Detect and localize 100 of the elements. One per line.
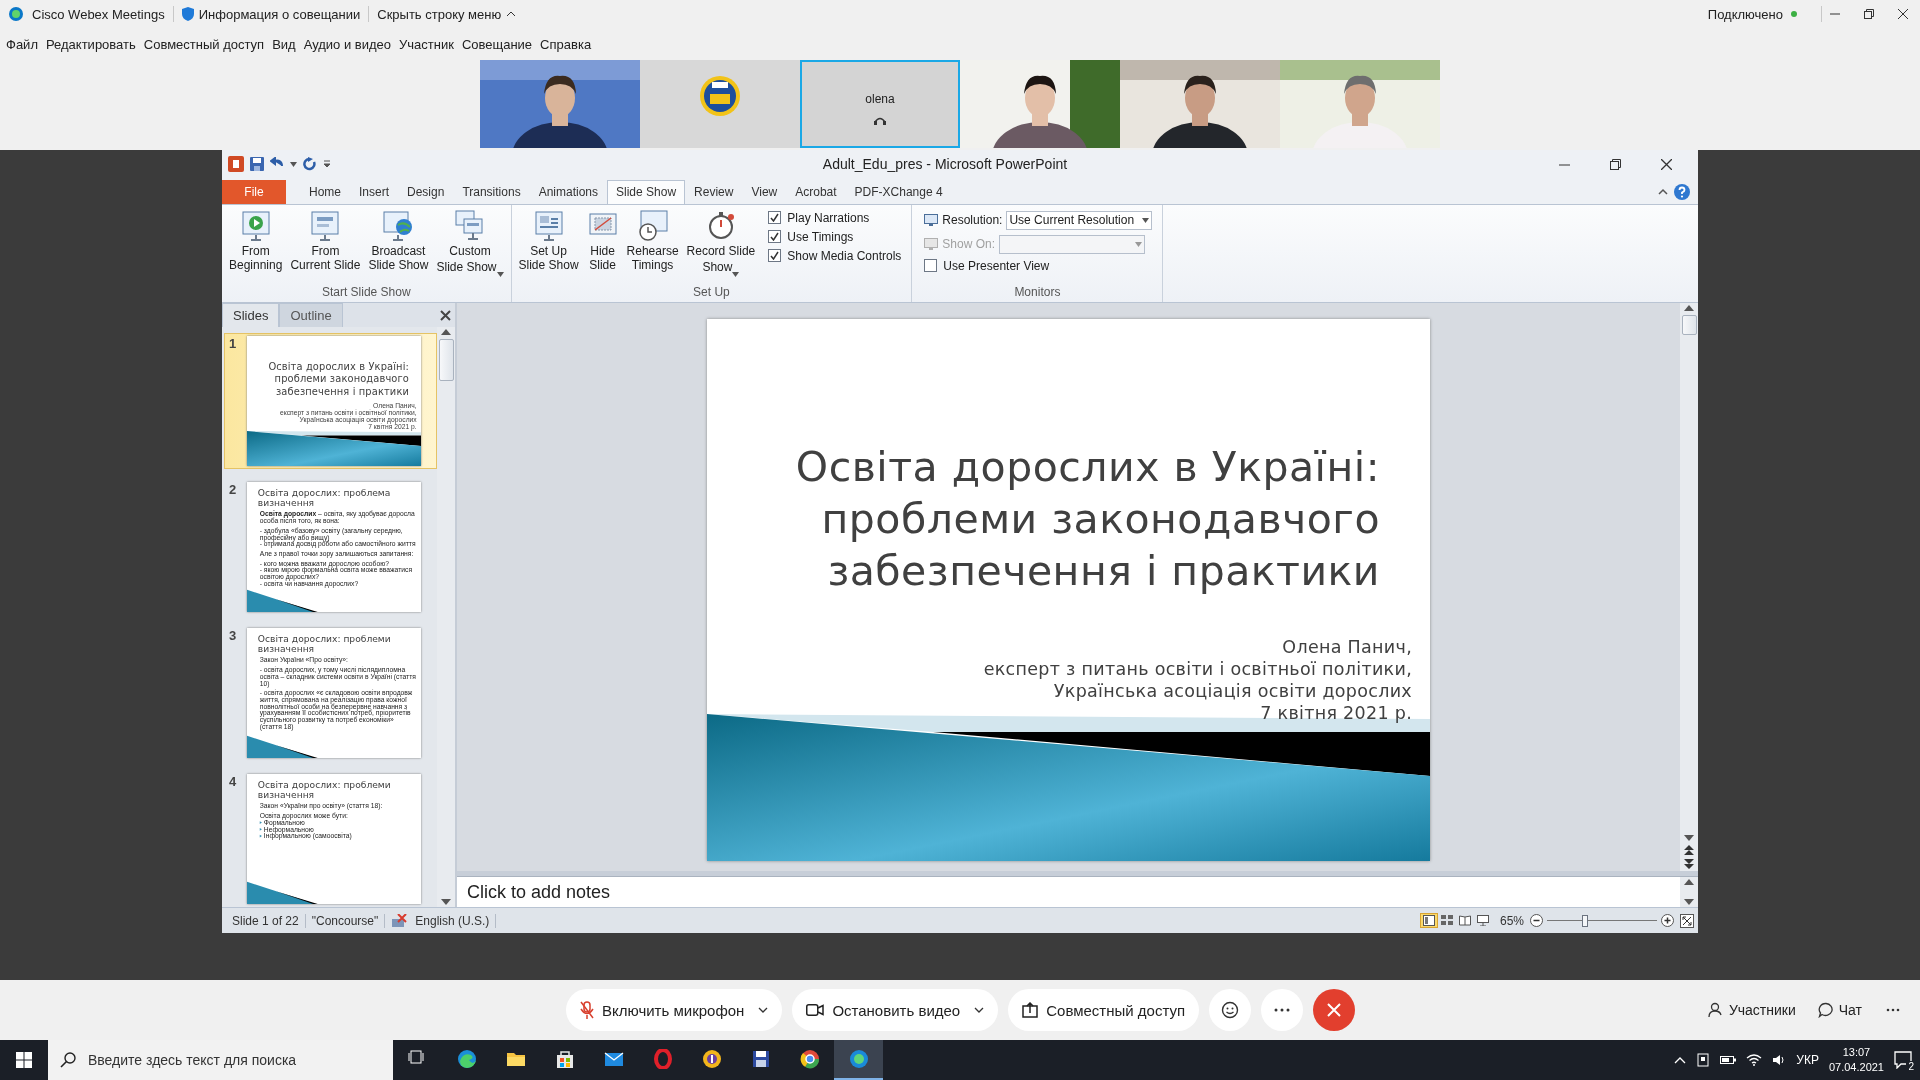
checkbox[interactable]: [768, 211, 782, 225]
participants-button[interactable]: Участники: [1699, 996, 1804, 1024]
ribbon-button[interactable]: Hide Slide: [583, 206, 622, 286]
microphone-button[interactable]: Включить микрофон: [566, 989, 783, 1031]
redo-icon[interactable]: [303, 157, 317, 171]
menu-item[interactable]: Справка: [536, 36, 596, 52]
menu-item[interactable]: Совместный доступ: [139, 36, 269, 52]
ribbon-button[interactable]: Rehearse Timings: [623, 206, 682, 286]
share-button[interactable]: Совместный доступ: [1008, 989, 1200, 1031]
keyboard-language[interactable]: УКР: [1796, 1053, 1819, 1067]
restore-icon[interactable]: [1610, 158, 1621, 170]
customize-icon[interactable]: [323, 160, 331, 168]
scrollbar[interactable]: [437, 327, 455, 908]
device-icon[interactable]: [1696, 1053, 1711, 1067]
end-meeting-button[interactable]: [1313, 989, 1356, 1031]
chevron-up-icon[interactable]: [1674, 1056, 1687, 1064]
ribbon-tab[interactable]: Insert: [350, 179, 399, 204]
spell-check-icon[interactable]: [391, 913, 408, 928]
ribbon-tab[interactable]: Transitions: [453, 179, 530, 204]
normal-view-icon: [1422, 915, 1435, 927]
ribbon-tab[interactable]: Acrobat: [786, 179, 846, 204]
view-button[interactable]: [1419, 913, 1438, 929]
scroll-up-icon[interactable]: [1684, 879, 1694, 886]
checkbox-option[interactable]: Show Media Controls: [768, 248, 902, 263]
slide-number: 3: [229, 628, 238, 646]
checkbox[interactable]: [768, 249, 782, 263]
ribbon-button[interactable]: From Current Slide: [287, 206, 364, 286]
close-icon[interactable]: [440, 309, 451, 321]
field-label: Resolution:: [942, 213, 1003, 228]
slider-thumb[interactable]: [1581, 914, 1588, 927]
save-icon[interactable]: [250, 157, 264, 171]
participant-name: olena: [865, 92, 895, 106]
fit-window-icon[interactable]: [1680, 913, 1694, 928]
video-tile[interactable]: olena: [800, 60, 960, 148]
ribbon-tab[interactable]: File: [222, 179, 286, 204]
menu-item[interactable]: Файл: [2, 36, 42, 52]
checkbox[interactable]: [768, 230, 782, 244]
close-icon: [1327, 1003, 1342, 1017]
previous-slide-icon[interactable]: [1684, 845, 1694, 856]
battery-icon[interactable]: [1720, 1055, 1737, 1065]
help-icon[interactable]: [1674, 183, 1690, 200]
speaker-icon[interactable]: [1772, 1054, 1787, 1066]
dropdown-field[interactable]: Use Current Resolution: [1006, 210, 1153, 230]
next-slide-icon[interactable]: [1684, 859, 1694, 870]
notification-icon[interactable]: [1894, 1051, 1912, 1069]
zoom-out-icon[interactable]: [1530, 914, 1543, 928]
ribbon-tab[interactable]: Slide Show: [607, 179, 686, 204]
pane-tab[interactable]: Outline: [279, 303, 343, 328]
ribbon-button[interactable]: Record Slide Show: [683, 206, 759, 286]
menu-item[interactable]: Вид: [268, 36, 300, 52]
scrollbar[interactable]: [1680, 877, 1698, 908]
scroll-thumb[interactable]: [1681, 315, 1697, 336]
ribbon-tab[interactable]: PDF-XChange 4: [845, 179, 952, 204]
person-icon: [1707, 1002, 1724, 1018]
zoom-in-icon[interactable]: [1661, 914, 1674, 928]
scroll-down-icon[interactable]: [1684, 835, 1694, 842]
ribbon-button[interactable]: Broadcast Slide Show: [365, 206, 432, 286]
restore-icon[interactable]: [1864, 9, 1874, 19]
pane-tab[interactable]: Slides: [222, 303, 280, 328]
ribbon-tab[interactable]: Animations: [529, 179, 607, 204]
slide-title: Освіта дорослих: проблеми визначення: [257, 779, 392, 801]
checkbox-option[interactable]: Use Presenter View: [924, 258, 1153, 273]
chat-button[interactable]: Чат: [1809, 996, 1870, 1024]
checkbox-option[interactable]: Play Narrations: [768, 210, 902, 225]
menu-item[interactable]: Участник: [395, 36, 458, 52]
slide-number: 4: [229, 774, 238, 792]
ribbon-tab[interactable]: Review: [685, 179, 743, 204]
scrollbar[interactable]: [1680, 303, 1698, 872]
ribbon-button[interactable]: Custom Slide Show: [433, 206, 507, 286]
video-button[interactable]: Остановить видео: [792, 989, 999, 1031]
ribbon-button[interactable]: From Beginning: [226, 206, 286, 286]
search-field[interactable]: Введите здесь текст для поиска: [48, 1040, 393, 1080]
menu-item[interactable]: Аудио и видео: [299, 36, 396, 52]
close-icon[interactable]: [1898, 9, 1908, 19]
scroll-thumb[interactable]: [438, 339, 454, 382]
reactions-button[interactable]: [1209, 989, 1252, 1031]
zoom-slider[interactable]: [1547, 914, 1657, 927]
globe-screen-icon: [382, 208, 415, 241]
checkbox[interactable]: [924, 259, 938, 273]
presentation-screen-icon: [309, 208, 342, 241]
menu-item[interactable]: Редактировать: [41, 36, 140, 52]
checkbox-option[interactable]: Use Timings: [768, 229, 902, 244]
hide-menu-button[interactable]: Скрыть строку меню: [377, 6, 517, 22]
field-label: Show On:: [942, 237, 996, 252]
clock-screen-icon: [636, 208, 669, 241]
ribbon-tab[interactable]: Design: [398, 179, 454, 204]
windows-logo-icon: [16, 1052, 32, 1068]
monitor-icon: [924, 238, 939, 251]
slide-subtitle: Олена Панич, експерт з питань освіти і освітньої політики, Українська асоціація освіти дорослих 7 квітня 2021 р.: [983, 636, 1412, 725]
ribbon-tab[interactable]: Home: [300, 179, 350, 204]
wifi-icon[interactable]: [1746, 1054, 1763, 1066]
collapse-ribbon-icon[interactable]: [1658, 188, 1668, 196]
menu-item[interactable]: Совещание: [457, 36, 537, 52]
close-icon[interactable]: [1661, 158, 1672, 170]
webex-logo-icon: [848, 1049, 869, 1069]
meeting-info-button[interactable]: Информация о совещании: [181, 6, 361, 22]
ribbon-tab[interactable]: View: [742, 179, 787, 204]
ribbon-button[interactable]: Set Up Slide Show: [515, 206, 582, 286]
group-label: Set Up: [692, 285, 731, 302]
window-title: Adult_Edu_pres - Microsoft PowerPoint: [822, 156, 1068, 172]
